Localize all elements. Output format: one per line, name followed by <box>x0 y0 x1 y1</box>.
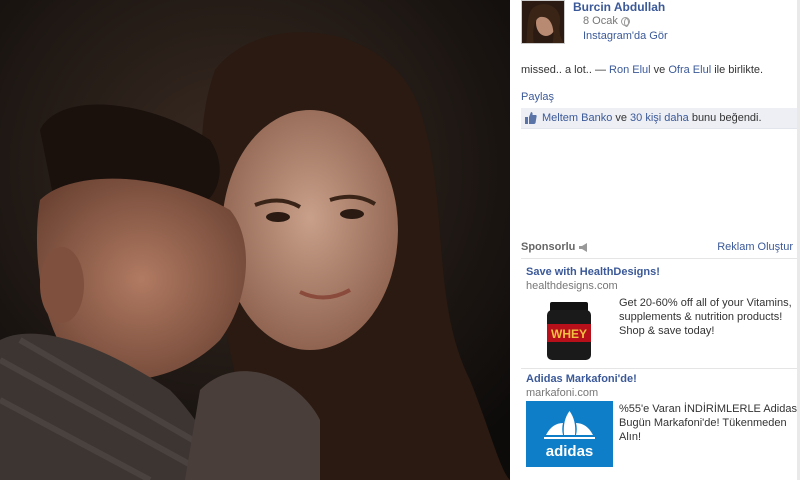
caption-connector: ve <box>650 64 669 76</box>
instagram-view-link[interactable]: Instagram'da Gör <box>583 30 668 42</box>
ad-title-link[interactable]: Adidas Markafoni'de! <box>526 373 798 385</box>
ad-image[interactable]: WHEY <box>526 296 611 364</box>
photo-image <box>0 0 510 480</box>
caption-text: missed.. a lot.. — <box>521 64 610 76</box>
ad-item[interactable]: Adidas Markafoni'de! markafoni.com adida… <box>526 373 798 473</box>
share-link[interactable]: Paylaş <box>521 91 554 103</box>
ad-title-link[interactable]: Save with HealthDesigns! <box>526 266 798 278</box>
sponsored-label-text: Sponsorlu <box>521 241 576 253</box>
sponsored-label: Sponsorlu <box>521 241 589 253</box>
ad-item[interactable]: Save with HealthDesigns! healthdesigns.c… <box>526 266 798 366</box>
ad-domain: markafoni.com <box>526 387 599 399</box>
megaphone-icon <box>579 242 589 252</box>
ad-divider <box>521 368 797 369</box>
ad-body: %55'e Varan İNDİRİMLERLE Adidas Bugün Ma… <box>619 403 797 443</box>
globe-icon <box>620 16 630 27</box>
ad-image-text: WHEY <box>551 327 587 341</box>
ad-domain: healthdesigns.com <box>526 280 618 292</box>
ad-image-text: adidas <box>546 443 594 460</box>
author-name-link[interactable]: Burcin Abdullah <box>573 0 665 14</box>
likes-tail: bunu beğendi. <box>688 112 762 124</box>
tagged-person-link[interactable]: Ron Elul <box>609 64 651 76</box>
create-ad-link[interactable]: Reklam Oluştur <box>717 241 793 253</box>
post-date-text[interactable]: 8 Ocak <box>583 15 618 27</box>
author-header: Burcin Abdullah 8 Ocak Instagram'da Gör <box>521 0 791 46</box>
thumbs-up-icon <box>525 112 537 124</box>
post-photo[interactable] <box>0 0 510 480</box>
liker-name-link[interactable]: Meltem Banko <box>542 112 612 124</box>
likes-joiner: ve <box>612 112 631 124</box>
ad-body: Get 20-60% off all of your Vitamins, sup… <box>619 297 792 337</box>
post-sidebar: Burcin Abdullah 8 Ocak Instagram'da Gör … <box>510 0 800 480</box>
avatar[interactable] <box>521 0 565 44</box>
others-like-link[interactable]: 30 kişi daha <box>630 112 689 124</box>
likes-bar: Meltem Banko ve 30 kişi daha bunu beğend… <box>521 108 797 129</box>
post-caption: missed.. a lot.. — Ron Elul ve Ofra Elul… <box>521 64 796 76</box>
caption-suffix: ile birlikte. <box>711 64 764 76</box>
ad-image[interactable]: adidas <box>526 401 613 467</box>
post-date[interactable]: 8 Ocak <box>583 15 630 27</box>
sponsored-header: Sponsorlu Reklam Oluştur <box>521 241 797 259</box>
tagged-person-link[interactable]: Ofra Elul <box>668 64 711 76</box>
